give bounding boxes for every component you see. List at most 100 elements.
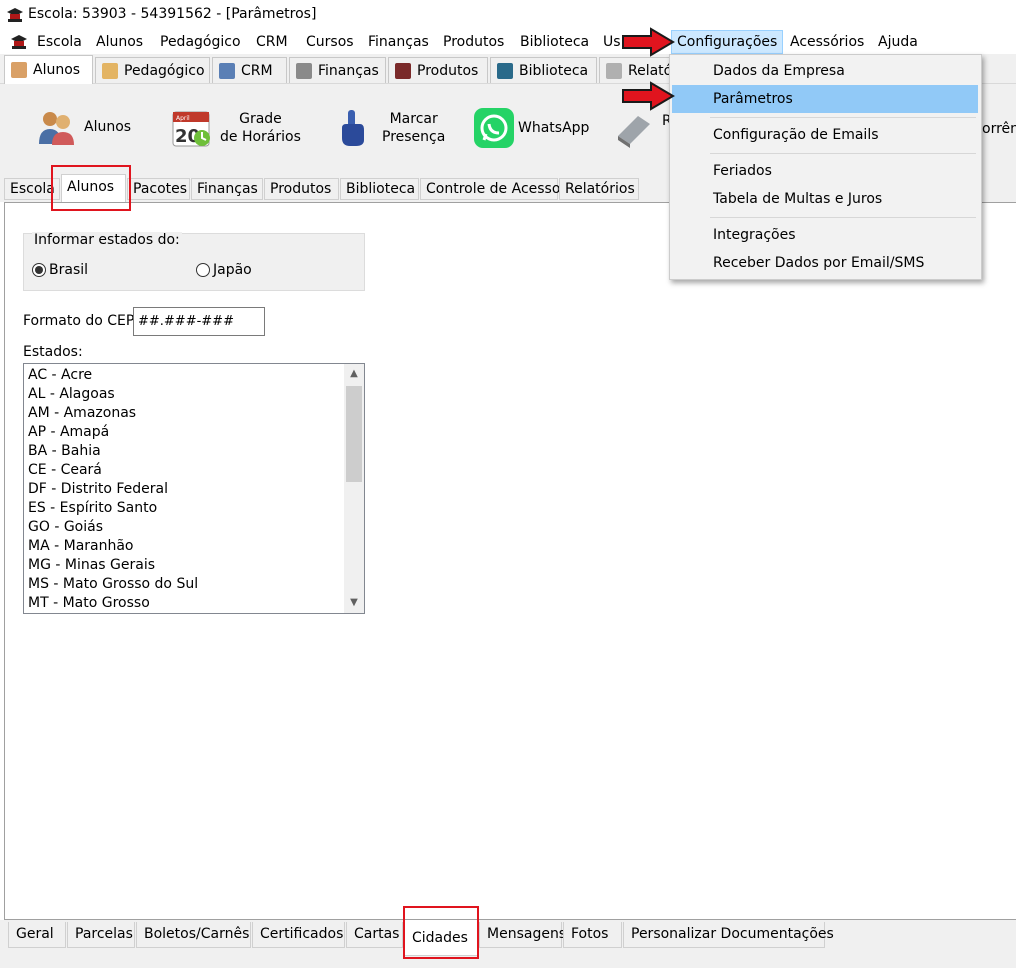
list-item[interactable]: AL - Alagoas bbox=[28, 385, 115, 404]
menu-produtos[interactable]: Produtos bbox=[438, 30, 509, 54]
app-menu-icon[interactable] bbox=[10, 34, 28, 50]
toolbar-relatorios-button[interactable]: R bbox=[614, 106, 672, 150]
list-item[interactable]: AP - Amapá bbox=[28, 423, 109, 442]
list-item[interactable]: GO - Goiás bbox=[28, 518, 103, 537]
tab-personalizar-documentacoes[interactable]: Personalizar Documentações bbox=[623, 922, 834, 948]
toolbar-button-label: WhatsApp bbox=[518, 120, 590, 136]
menu-biblioteca[interactable]: Biblioteca bbox=[515, 30, 594, 54]
scroll-up-icon[interactable]: ▲ bbox=[344, 364, 364, 384]
menu-item-configuracao-emails[interactable]: Configuração de Emails bbox=[672, 121, 978, 149]
toolbar-ocorrencias-button[interactable]: orrênc bbox=[982, 120, 1016, 138]
tab-mensagens[interactable]: Mensagens bbox=[479, 922, 566, 948]
tab-fotos[interactable]: Fotos bbox=[563, 922, 622, 948]
list-item[interactable]: MG - Minas Gerais bbox=[28, 556, 155, 575]
app-logo-icon bbox=[7, 8, 23, 22]
pointing-hand-icon bbox=[342, 110, 364, 146]
toolbar-button-label: Grade de Horários bbox=[220, 111, 301, 145]
annotation-box-cidades-tab bbox=[403, 906, 479, 959]
tab-boletos-carnes[interactable]: Boletos/Carnês bbox=[136, 922, 251, 948]
shortcut-tab-relatorios[interactable]: Relató bbox=[599, 57, 671, 83]
menu-acessorios[interactable]: Acessórios bbox=[785, 30, 869, 54]
library-books-icon bbox=[497, 62, 513, 79]
tab-biblioteca[interactable]: Biblioteca bbox=[340, 178, 419, 200]
list-item[interactable]: AC - Acre bbox=[28, 366, 92, 385]
menu-financas[interactable]: Finanças bbox=[363, 30, 434, 54]
shortcut-tab-produtos[interactable]: Produtos bbox=[388, 57, 488, 83]
menu-item-integracoes[interactable]: Integrações bbox=[672, 221, 978, 249]
menu-escola[interactable]: Escola bbox=[32, 30, 87, 54]
calendar-month-text: April bbox=[176, 115, 190, 122]
title-bar: Escola: 53903 - 54391562 - [Parâmetros] bbox=[0, 0, 1016, 30]
radio-selected-icon bbox=[32, 263, 46, 277]
list-item[interactable]: MT - Mato Grosso bbox=[28, 594, 150, 613]
states-group-label: Informar estados do: bbox=[32, 232, 182, 248]
tab-financas[interactable]: Finanças bbox=[191, 178, 263, 200]
book-icon bbox=[102, 62, 118, 79]
cep-format-input[interactable] bbox=[133, 307, 265, 336]
radio-japao-label: Japão bbox=[213, 262, 252, 278]
menu-item-dados-empresa[interactable]: Dados da Empresa bbox=[672, 57, 978, 85]
tab-geral[interactable]: Geral bbox=[8, 922, 66, 948]
list-item[interactable]: DF - Distrito Federal bbox=[28, 480, 168, 499]
list-item[interactable]: ES - Espírito Santo bbox=[28, 499, 157, 518]
radio-brasil[interactable]: Brasil bbox=[32, 262, 88, 278]
shortcut-tab-pedagogico[interactable]: Pedagógico bbox=[95, 57, 210, 83]
shortcut-tab-biblioteca[interactable]: Biblioteca bbox=[490, 57, 597, 83]
configuracoes-dropdown: Dados da Empresa Parâmetros Configuração… bbox=[669, 54, 982, 280]
menu-configuracoes[interactable]: Configurações bbox=[671, 30, 784, 54]
toolbar-alunos-button[interactable]: Alunos bbox=[36, 108, 131, 146]
shortcut-tab-label: CRM bbox=[241, 62, 273, 79]
menu-separator bbox=[710, 217, 976, 218]
radio-japao[interactable]: Japão bbox=[196, 262, 252, 278]
tab-certificados[interactable]: Certificados bbox=[252, 922, 345, 948]
menu-pedagogico[interactable]: Pedagógico bbox=[155, 30, 246, 54]
tab-parcelas[interactable]: Parcelas bbox=[67, 922, 135, 948]
annotation-arrow-icon bbox=[622, 81, 675, 111]
menu-separator bbox=[710, 153, 976, 154]
crm-monitor-icon bbox=[219, 62, 235, 79]
list-item[interactable]: BA - Bahia bbox=[28, 442, 101, 461]
toolbar-button-label: Marcar Presença bbox=[382, 111, 446, 145]
list-item[interactable]: MA - Maranhão bbox=[28, 537, 134, 556]
menu-cursos[interactable]: Cursos bbox=[301, 30, 359, 54]
tab-pacotes[interactable]: Pacotes bbox=[127, 178, 190, 200]
tab-cartas[interactable]: Cartas bbox=[346, 922, 403, 948]
menu-item-receber-dados[interactable]: Receber Dados por Email/SMS bbox=[672, 249, 978, 277]
shortcut-tab-financas[interactable]: Finanças bbox=[289, 57, 386, 83]
toolbar-whatsapp-button[interactable]: WhatsApp bbox=[474, 108, 589, 148]
menu-ajuda[interactable]: Ajuda bbox=[873, 30, 923, 54]
list-item[interactable]: MS - Mato Grosso do Sul bbox=[28, 575, 198, 594]
toolbar-grade-horarios-button[interactable]: April 20 Grade de Horários bbox=[172, 108, 301, 148]
menu-alunos[interactable]: Alunos bbox=[91, 30, 148, 54]
whatsapp-icon bbox=[474, 108, 514, 148]
shortcut-tab-label: Produtos bbox=[417, 62, 479, 79]
report-icon bbox=[606, 62, 622, 79]
estados-listbox[interactable]: AC - Acre AL - Alagoas AM - Amazonas AP … bbox=[23, 363, 365, 614]
bottom-tab-bar: Geral Parcelas Boletos/Carnês Certificad… bbox=[0, 920, 1016, 956]
finance-people-icon bbox=[296, 62, 312, 79]
scroll-down-icon[interactable]: ▼ bbox=[344, 593, 364, 613]
menu-item-multas-juros[interactable]: Tabela de Multas e Juros bbox=[672, 185, 978, 213]
annotation-arrow-icon bbox=[622, 27, 675, 57]
radio-unselected-icon bbox=[196, 263, 210, 277]
shortcut-tab-label: Alunos bbox=[33, 62, 81, 78]
menu-crm[interactable]: CRM bbox=[251, 30, 293, 54]
shortcut-tab-crm[interactable]: CRM bbox=[212, 57, 287, 83]
list-item[interactable]: AM - Amazonas bbox=[28, 404, 136, 423]
tab-relatorios[interactable]: Relatórios bbox=[559, 178, 639, 200]
shortcut-tab-label: Relató bbox=[628, 62, 671, 79]
scroll-thumb[interactable] bbox=[346, 386, 362, 482]
estados-scrollbar[interactable]: ▲ ▼ bbox=[344, 364, 364, 613]
tab-produtos[interactable]: Produtos bbox=[264, 178, 339, 200]
students-icon bbox=[11, 62, 27, 78]
menu-item-feriados[interactable]: Feriados bbox=[672, 157, 978, 185]
calendar-icon: April 20 bbox=[172, 111, 210, 147]
shortcut-tab-alunos[interactable]: Alunos bbox=[4, 55, 93, 84]
report-icon bbox=[618, 116, 650, 148]
menu-item-parametros[interactable]: Parâmetros bbox=[672, 85, 978, 113]
toolbar-marcar-presenca-button[interactable]: Marcar Presença bbox=[338, 108, 445, 148]
list-item[interactable]: CE - Ceará bbox=[28, 461, 102, 480]
parametros-panel: Informar estados do: Brasil Japão Format… bbox=[4, 202, 1016, 920]
tab-controle-acesso[interactable]: Controle de Acesso bbox=[420, 178, 560, 200]
status-bar bbox=[0, 956, 1016, 968]
